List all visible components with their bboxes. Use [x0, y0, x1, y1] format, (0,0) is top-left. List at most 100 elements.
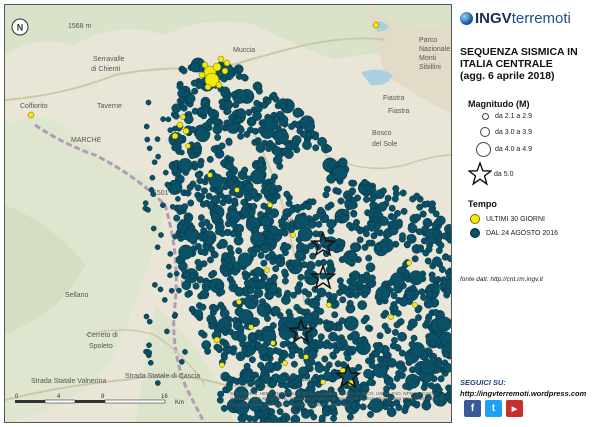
event-dot[interactable] [214, 222, 225, 233]
event-dot[interactable] [412, 375, 420, 383]
youtube-icon[interactable]: ▶ [506, 400, 523, 417]
event-dot[interactable] [279, 341, 287, 348]
event-dot[interactable] [194, 242, 202, 250]
event-dot[interactable] [432, 210, 440, 218]
event-dot[interactable] [410, 334, 418, 342]
event-dot[interactable] [186, 183, 194, 191]
event-dot[interactable] [176, 204, 184, 212]
event-dot[interactable] [391, 328, 399, 336]
event-dot[interactable] [210, 212, 221, 223]
event-dot[interactable] [225, 262, 233, 270]
event-dot[interactable] [415, 314, 422, 322]
event-dot[interactable] [444, 224, 452, 234]
event-dot[interactable] [251, 296, 259, 304]
event-dot[interactable] [222, 340, 230, 348]
event-dot[interactable] [357, 300, 368, 310]
event-dot[interactable] [218, 142, 226, 150]
event-dot[interactable] [365, 254, 373, 262]
event-dot[interactable] [166, 263, 172, 270]
event-dot[interactable] [288, 226, 295, 234]
event-dot[interactable] [220, 404, 228, 412]
event-dot[interactable] [179, 219, 186, 225]
event-dot[interactable] [413, 192, 421, 200]
event-dot[interactable] [290, 360, 298, 368]
event-dot[interactable] [283, 190, 291, 198]
event-dot[interactable] [154, 136, 161, 142]
event-dot[interactable] [303, 313, 314, 323]
event-dot[interactable] [201, 178, 209, 186]
event-dot[interactable] [233, 235, 244, 246]
event-dot[interactable] [162, 169, 169, 176]
recent-event-dot[interactable] [27, 111, 35, 119]
event-dot[interactable] [180, 67, 188, 75]
event-dot[interactable] [346, 299, 354, 307]
event-dot[interactable] [237, 325, 245, 333]
event-dot[interactable] [429, 275, 437, 283]
recent-event-dot[interactable] [207, 172, 213, 178]
event-dot[interactable] [398, 296, 409, 307]
event-dot[interactable] [428, 201, 436, 209]
event-dot[interactable] [161, 297, 168, 303]
event-dot[interactable] [312, 230, 320, 238]
event-dot[interactable] [379, 187, 387, 195]
event-dot[interactable] [315, 259, 323, 267]
event-dot[interactable] [250, 231, 266, 247]
event-dot[interactable] [294, 121, 302, 129]
event-dot[interactable] [274, 129, 289, 145]
event-dot[interactable] [343, 288, 351, 296]
event-dot[interactable] [243, 130, 251, 138]
seismic-map[interactable]: Serravalle di Chienti Muccia Colfiorito Tave… [4, 4, 452, 423]
event-dot[interactable] [199, 289, 210, 300]
event-dot[interactable] [322, 371, 333, 382]
event-dot[interactable] [289, 373, 297, 381]
event-dot[interactable] [437, 375, 445, 383]
event-dot[interactable] [408, 340, 416, 348]
event-dot[interactable] [179, 231, 186, 238]
event-dot[interactable] [302, 140, 312, 150]
event-dot[interactable] [150, 225, 157, 232]
event-dot[interactable] [201, 249, 209, 256]
event-dot[interactable] [275, 348, 283, 356]
recent-event-dot[interactable] [234, 187, 240, 193]
event-dot[interactable] [253, 195, 260, 202]
recent-event-dot[interactable] [406, 260, 412, 266]
event-dot[interactable] [290, 291, 297, 299]
event-dot[interactable] [435, 247, 443, 255]
event-dot[interactable] [235, 247, 243, 255]
event-dot[interactable] [420, 293, 428, 301]
event-dot[interactable] [387, 358, 397, 368]
event-dot[interactable] [172, 312, 179, 318]
event-dot[interactable] [312, 144, 320, 152]
event-dot[interactable] [164, 328, 170, 335]
event-dot[interactable] [408, 270, 424, 286]
event-dot[interactable] [187, 199, 195, 207]
event-dot[interactable] [270, 305, 281, 316]
event-dot[interactable] [294, 259, 302, 266]
event-dot[interactable] [210, 145, 218, 153]
event-dot[interactable] [301, 288, 309, 296]
event-dot[interactable] [250, 250, 258, 258]
event-dot[interactable] [288, 352, 296, 359]
event-dot[interactable] [228, 279, 236, 286]
event-dot[interactable] [307, 349, 318, 360]
event-dot[interactable] [218, 98, 226, 106]
event-dot[interactable] [157, 286, 164, 293]
event-dot[interactable] [329, 351, 337, 359]
event-dot[interactable] [339, 296, 347, 304]
event-dot[interactable] [181, 280, 192, 291]
event-dot[interactable] [411, 255, 419, 263]
event-dot[interactable] [368, 224, 376, 232]
event-dot[interactable] [207, 245, 215, 253]
event-dot[interactable] [172, 233, 178, 240]
event-dot[interactable] [257, 211, 265, 218]
event-dot[interactable] [272, 146, 282, 156]
event-dot[interactable] [253, 99, 261, 107]
event-dot[interactable] [446, 236, 452, 244]
event-dot[interactable] [268, 188, 276, 195]
event-dot[interactable] [242, 273, 250, 281]
event-dot[interactable] [218, 288, 226, 296]
event-dot[interactable] [196, 194, 204, 202]
event-dot[interactable] [147, 359, 154, 366]
event-dot[interactable] [270, 91, 278, 99]
event-dot[interactable] [224, 229, 232, 236]
